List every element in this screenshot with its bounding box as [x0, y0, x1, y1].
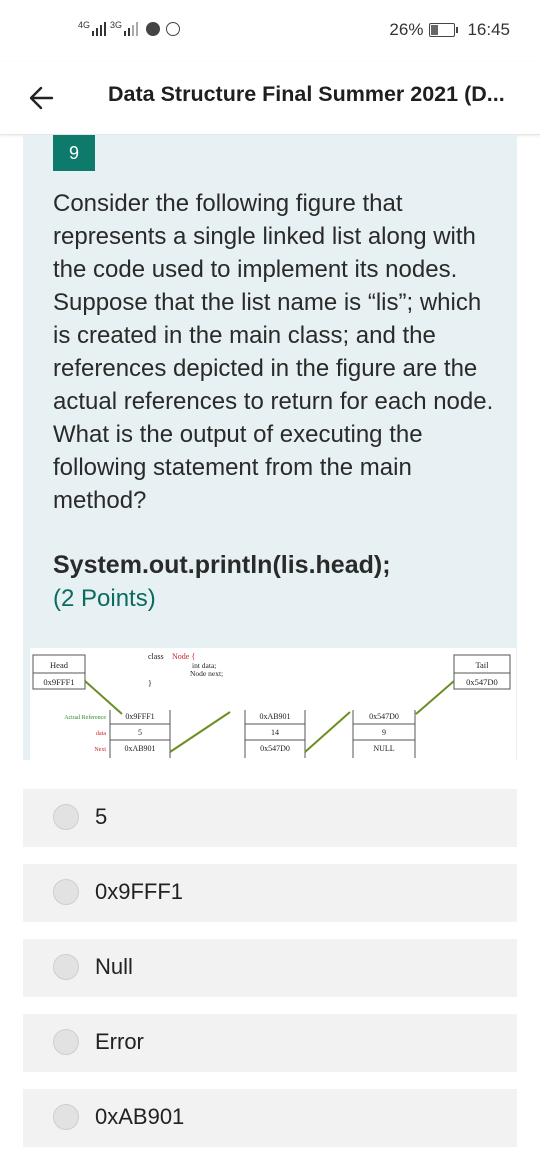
node-3-data: 9: [382, 728, 386, 737]
status-right: 26% 16:45: [389, 20, 510, 40]
next-arrow-2: [304, 711, 351, 753]
node-2-data: 14: [271, 728, 279, 737]
app-bar: Data Structure Final Summer 2021 (D...: [0, 62, 540, 135]
radio-button[interactable]: [53, 1104, 79, 1130]
radio-button[interactable]: [53, 879, 79, 905]
option-label: Error: [95, 1029, 144, 1054]
network-4g-label: 4G: [78, 20, 91, 30]
question-code: System.out.println(lis.head);: [53, 551, 391, 579]
class-field-next: Node next;: [190, 669, 223, 678]
linked-list-figure: Head 0x9FFF1 class Node { int data; Node…: [30, 648, 516, 760]
arrow-left-icon: [29, 86, 54, 110]
node-3-ref: 0x547D0: [369, 712, 399, 721]
tail-label: Tail: [475, 660, 489, 670]
signal-icon-2: [124, 22, 138, 36]
network-3g-label: 3G: [110, 20, 123, 30]
node-1-data: 5: [138, 728, 142, 737]
node-1: 0x9FFF1 5 0xAB901: [109, 710, 171, 758]
node-3-next: NULL: [373, 744, 394, 753]
battery-fill: [431, 25, 438, 35]
row-label-data: data: [96, 731, 106, 737]
class-keyword: class: [148, 652, 164, 661]
signal-icon: [92, 22, 106, 36]
question-text: Consider the following figure that repre…: [53, 190, 494, 514]
node-2-ref: 0xAB901: [259, 712, 290, 721]
back-button[interactable]: [24, 80, 60, 116]
radio-button[interactable]: [53, 804, 79, 830]
linked-list-diagram: Head 0x9FFF1 class Node { int data; Node…: [32, 652, 511, 758]
node-2-next: 0x547D0: [260, 744, 290, 753]
tail-arrow: [415, 680, 455, 715]
status-bar: 4G 3G 26% 16:45: [0, 0, 540, 62]
class-name: Node {: [172, 652, 195, 661]
option-0xab901[interactable]: 0xAB901: [23, 1089, 517, 1147]
battery-percent: 26%: [389, 20, 424, 39]
option-label: 5: [95, 804, 108, 829]
clock: 16:45: [467, 20, 510, 39]
node-3: 0x547D0 9 NULL: [352, 710, 416, 758]
messenger-icon: [146, 22, 160, 36]
head-label: Head: [50, 660, 69, 670]
node-1-ref: 0x9FFF1: [125, 712, 154, 721]
row-label-next: Next: [94, 747, 106, 753]
class-close: }: [148, 679, 152, 688]
whatsapp-icon: [166, 22, 180, 36]
question-number-badge: 9: [53, 135, 95, 171]
page-title: Data Structure Final Summer 2021 (D...: [108, 82, 505, 106]
radio-button[interactable]: [53, 954, 79, 980]
next-arrow-1: [169, 711, 231, 753]
head-arrow: [84, 680, 123, 715]
option-0x9fff1[interactable]: 0x9FFF1: [23, 864, 517, 922]
node-2: 0xAB901 14 0x547D0: [244, 710, 306, 758]
option-5[interactable]: 5: [23, 789, 517, 847]
radio-button[interactable]: [53, 1029, 79, 1055]
option-label: 0x9FFF1: [95, 879, 184, 904]
battery-icon: [429, 23, 459, 37]
row-label-ref: Actual Reference: [64, 714, 106, 721]
question-points: (2 Points): [53, 585, 156, 612]
option-null[interactable]: Null: [23, 939, 517, 997]
head-value: 0x9FFF1: [43, 677, 74, 687]
option-label: Null: [95, 954, 133, 979]
node-1-next: 0xAB901: [124, 744, 155, 753]
option-label: 0xAB901: [95, 1104, 185, 1129]
tail-value: 0x547D0: [466, 677, 498, 687]
option-error[interactable]: Error: [23, 1014, 517, 1072]
